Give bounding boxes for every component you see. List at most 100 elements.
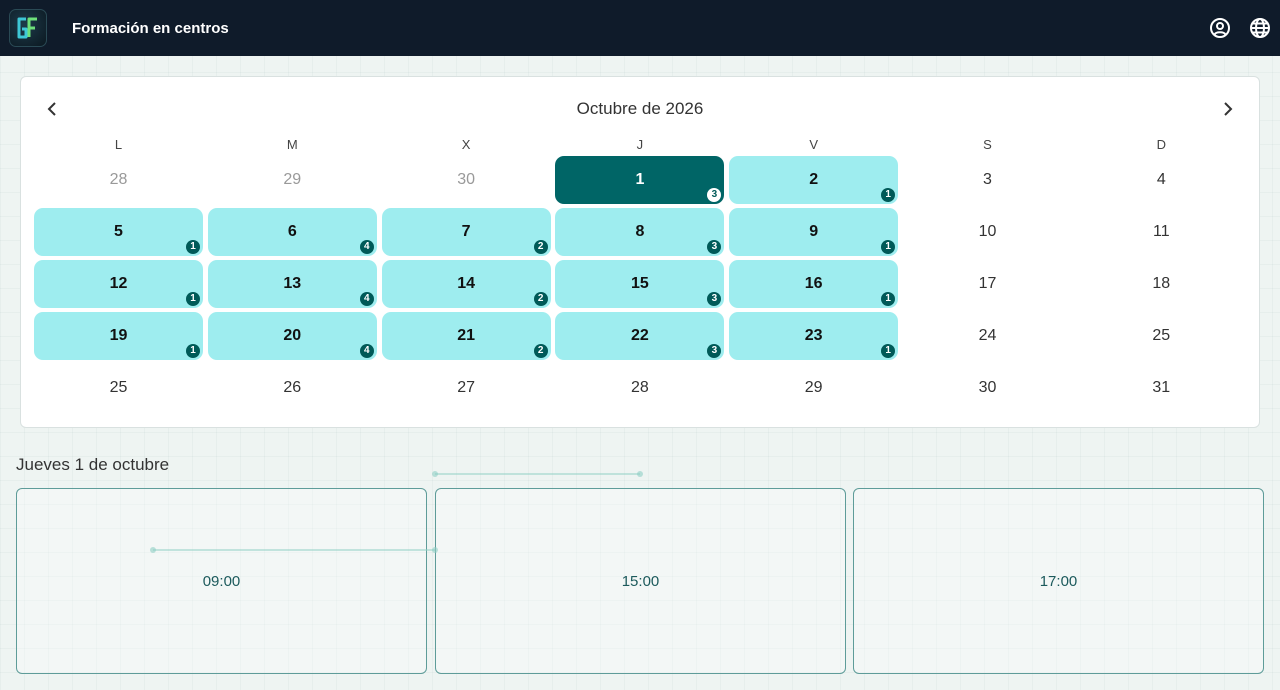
- day-number: 5: [114, 223, 123, 240]
- calendar-day: 17: [903, 260, 1072, 308]
- time-slot[interactable]: 17:00: [853, 488, 1264, 674]
- calendar-day[interactable]: 72: [381, 208, 551, 256]
- month-title: Octubre de 2026: [576, 99, 704, 118]
- day-number: 10: [978, 223, 997, 240]
- calendar-day[interactable]: 13 4: [207, 260, 377, 308]
- day-number: 31: [1152, 379, 1171, 396]
- session-count-badge: 4: [359, 240, 374, 254]
- session-count-badge: 4: [359, 344, 374, 358]
- day-number: 21: [457, 327, 475, 344]
- calendar-day[interactable]: 23 1: [729, 312, 899, 360]
- day-number: 25: [109, 379, 128, 396]
- day-number: 30: [457, 171, 475, 188]
- account-icon[interactable]: [1208, 16, 1232, 40]
- session-count-badge: 1: [186, 344, 200, 358]
- calendar-day[interactable]: 21: [729, 156, 899, 204]
- day-number: 28: [109, 171, 128, 188]
- weekday-label: S: [983, 137, 992, 152]
- day-number: 13: [283, 275, 302, 292]
- day-number: 12: [109, 275, 128, 292]
- session-count-badge: 3: [707, 188, 722, 202]
- calendar-day: 31: [1077, 364, 1246, 412]
- calendar-day: 18: [1077, 260, 1246, 308]
- app-title: Formación en centros: [72, 19, 229, 37]
- session-count-badge: 1: [186, 292, 200, 306]
- chevron-right-icon[interactable]: [1215, 97, 1239, 121]
- calendar-day[interactable]: 64: [207, 208, 377, 256]
- calendar-day: 30: [382, 156, 551, 204]
- globe-icon[interactable]: [1248, 16, 1272, 40]
- calendar-day[interactable]: 22 3: [555, 312, 725, 360]
- session-count-badge: 2: [533, 240, 548, 254]
- time-slot[interactable]: 09:00: [16, 488, 427, 674]
- session-count-badge: 1: [881, 292, 896, 306]
- calendar-day[interactable]: 15 3: [555, 260, 725, 308]
- session-count-badge: 3: [707, 240, 722, 254]
- calendar-day-selected[interactable]: 13: [555, 156, 725, 204]
- session-count-badge: 1: [881, 188, 896, 202]
- day-number: 3: [983, 171, 992, 188]
- day-number: 16: [804, 275, 823, 292]
- session-count-badge: 3: [707, 344, 722, 358]
- session-count-badge: 2: [533, 292, 548, 306]
- weekday-label: J: [636, 137, 644, 152]
- day-number: 20: [283, 327, 302, 344]
- calendar-day[interactable]: 83: [555, 208, 725, 256]
- gf-logo-icon: [9, 9, 47, 47]
- calendar-day: 11: [1077, 208, 1246, 256]
- day-number: 17: [978, 275, 997, 292]
- day-number: 8: [635, 223, 645, 240]
- day-number: 6: [287, 223, 297, 240]
- calendar-day[interactable]: 51: [34, 208, 203, 256]
- day-number: 30: [978, 379, 997, 396]
- calendar-day: 10: [903, 208, 1072, 256]
- time-slot[interactable]: 15:00: [435, 488, 846, 674]
- calendar-day[interactable]: 20 4: [207, 312, 377, 360]
- calendar-day: 27: [382, 364, 551, 412]
- day-number: 24: [978, 327, 997, 344]
- calendar-day: 29: [208, 156, 377, 204]
- day-number: 18: [1152, 275, 1171, 292]
- weekday-label: V: [809, 137, 819, 152]
- calendar-day[interactable]: 19 1: [34, 312, 203, 360]
- day-number: 19: [109, 327, 128, 344]
- weekday-label: M: [286, 137, 298, 152]
- day-number: 4: [1156, 171, 1166, 188]
- session-count-badge: 1: [186, 240, 200, 254]
- day-number: 1: [635, 171, 645, 188]
- selected-date-heading: Jueves 1 de octubre: [16, 455, 170, 474]
- day-number: 11: [1152, 223, 1170, 240]
- day-number: 2: [809, 171, 819, 188]
- session-count-badge: 1: [881, 240, 896, 254]
- calendar-day: 25: [1077, 312, 1246, 360]
- calendar-day: 28: [555, 364, 724, 412]
- calendar-day: 4: [1077, 156, 1246, 204]
- calendar-day[interactable]: 14 2: [381, 260, 551, 308]
- calendar-day: 30: [903, 364, 1072, 412]
- day-number: 28: [630, 379, 649, 396]
- session-count-badge: 2: [533, 344, 548, 358]
- day-number: 22: [630, 327, 649, 344]
- calendar-day[interactable]: 91: [729, 208, 899, 256]
- calendar: Octubre de 2026 L M X J V S D 28 29 30 1 3 2 1 3 4 5 1 6 4 7…: [20, 76, 1260, 428]
- session-count-badge: 4: [359, 292, 374, 306]
- weekday-label: D: [1156, 137, 1166, 152]
- day-number: 7: [461, 223, 471, 240]
- calendar-day: 3: [903, 156, 1072, 204]
- day-number: 29: [804, 379, 823, 396]
- day-number: 25: [1152, 327, 1171, 344]
- weekday-label: L: [114, 137, 123, 152]
- calendar-day: 25: [34, 364, 203, 412]
- calendar-day: 29: [729, 364, 898, 412]
- calendar-day: 26: [208, 364, 377, 412]
- calendar-day[interactable]: 16 1: [729, 260, 899, 308]
- day-number: 23: [804, 327, 823, 344]
- top-bar: Formación en centros: [0, 0, 1280, 56]
- session-count-badge: 1: [881, 344, 896, 358]
- calendar-day: 28: [34, 156, 203, 204]
- day-number: 9: [809, 223, 819, 240]
- day-number: 14: [457, 275, 475, 292]
- calendar-day[interactable]: 21 2: [381, 312, 551, 360]
- calendar-day: 24: [903, 312, 1072, 360]
- calendar-day[interactable]: 12 1: [34, 260, 203, 308]
